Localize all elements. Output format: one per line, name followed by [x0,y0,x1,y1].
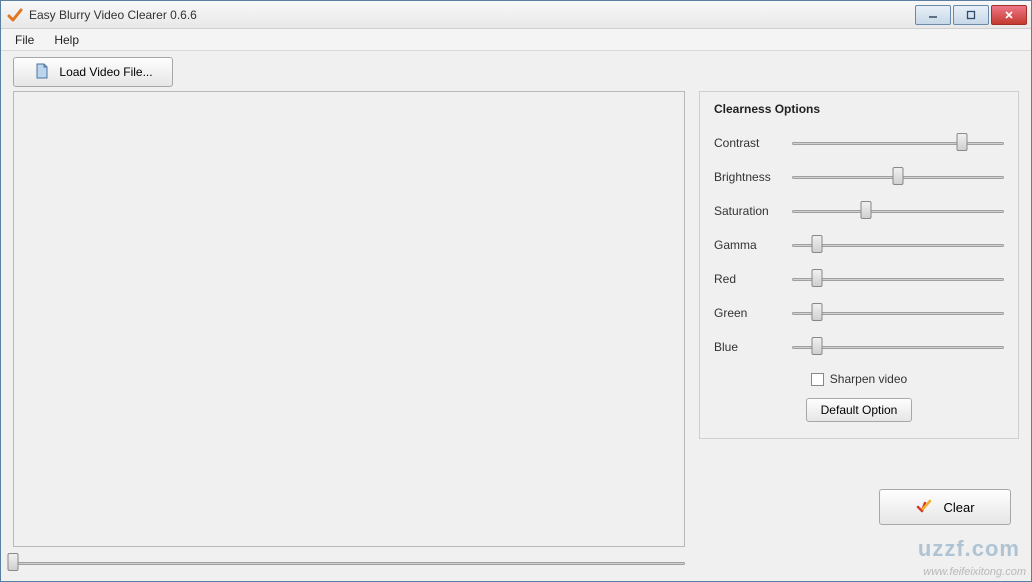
sharpen-checkbox[interactable] [811,373,824,386]
sharpen-row: Sharpen video [714,372,1004,386]
slider-thumb-gamma[interactable] [812,235,823,253]
slider-label-green: Green [714,306,784,320]
slider-green[interactable] [792,303,1004,323]
slider-blue[interactable] [792,337,1004,357]
slider-thumb-brightness[interactable] [893,167,904,185]
slider-row-blue: Blue [714,330,1004,364]
document-icon [33,62,51,83]
slider-contrast[interactable] [792,133,1004,153]
slider-label-gamma: Gamma [714,238,784,252]
slider-thumb-saturation[interactable] [861,201,872,219]
slider-thumb-green[interactable] [812,303,823,321]
slider-thumb-contrast[interactable] [956,133,967,151]
window-controls [915,5,1027,25]
close-button[interactable] [991,5,1027,25]
slider-row-saturation: Saturation [714,194,1004,228]
right-panel: Clearness Options Contrast Brightness Satu… [699,91,1019,571]
window-title: Easy Blurry Video Clearer 0.6.6 [29,8,915,22]
menu-help[interactable]: Help [44,29,89,50]
video-preview [13,91,685,547]
slider-row-red: Red [714,262,1004,296]
progress-thumb[interactable] [8,553,19,571]
slider-gamma[interactable] [792,235,1004,255]
slider-saturation[interactable] [792,201,1004,221]
menu-file[interactable]: File [5,29,44,50]
toolbar: Load Video File... [1,51,1031,91]
clear-button[interactable]: Clear [879,489,1011,525]
clearness-options: Clearness Options Contrast Brightness Satu… [699,91,1019,439]
slider-red[interactable] [792,269,1004,289]
load-video-label: Load Video File... [59,65,152,79]
app-window: Easy Blurry Video Clearer 0.6.6 File Hel… [0,0,1032,582]
content-area: Clearness Options Contrast Brightness Satu… [1,91,1031,581]
slider-label-contrast: Contrast [714,136,784,150]
slider-thumb-blue[interactable] [812,337,823,355]
slider-label-brightness: Brightness [714,170,784,184]
progress-row [13,547,685,571]
slider-label-saturation: Saturation [714,204,784,218]
slider-row-green: Green [714,296,1004,330]
default-option-button[interactable]: Default Option [806,398,913,422]
options-title: Clearness Options [714,102,1004,116]
slider-row-contrast: Contrast [714,126,1004,160]
load-video-button[interactable]: Load Video File... [13,57,173,87]
clear-label: Clear [943,500,974,515]
slider-row-brightness: Brightness [714,160,1004,194]
app-icon [7,7,23,23]
maximize-button[interactable] [953,5,989,25]
menubar: File Help [1,29,1031,51]
titlebar: Easy Blurry Video Clearer 0.6.6 [1,1,1031,29]
slider-row-gamma: Gamma [714,228,1004,262]
slider-label-blue: Blue [714,340,784,354]
sharpen-label: Sharpen video [830,372,907,386]
progress-slider[interactable] [13,553,685,573]
preview-area [13,91,685,571]
check-icon [915,497,933,518]
slider-brightness[interactable] [792,167,1004,187]
slider-label-red: Red [714,272,784,286]
slider-thumb-red[interactable] [812,269,823,287]
minimize-button[interactable] [915,5,951,25]
